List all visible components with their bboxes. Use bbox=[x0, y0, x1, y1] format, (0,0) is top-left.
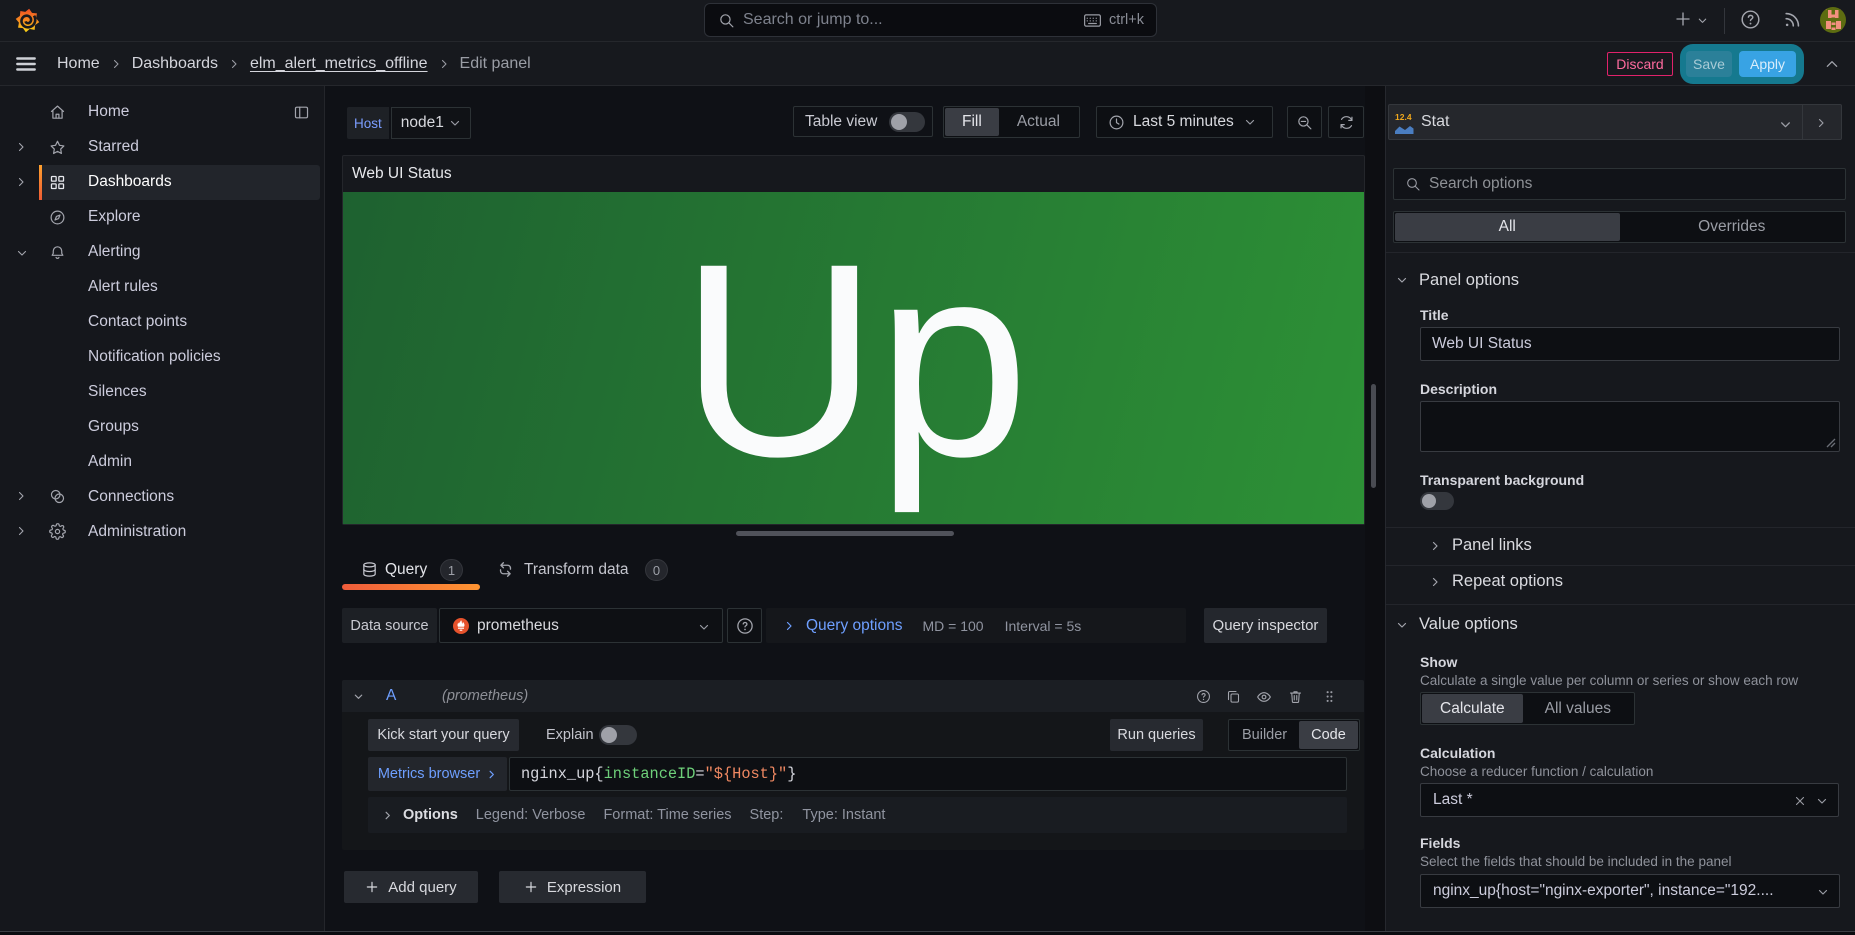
svg-text:12.4: 12.4 bbox=[1395, 112, 1412, 122]
